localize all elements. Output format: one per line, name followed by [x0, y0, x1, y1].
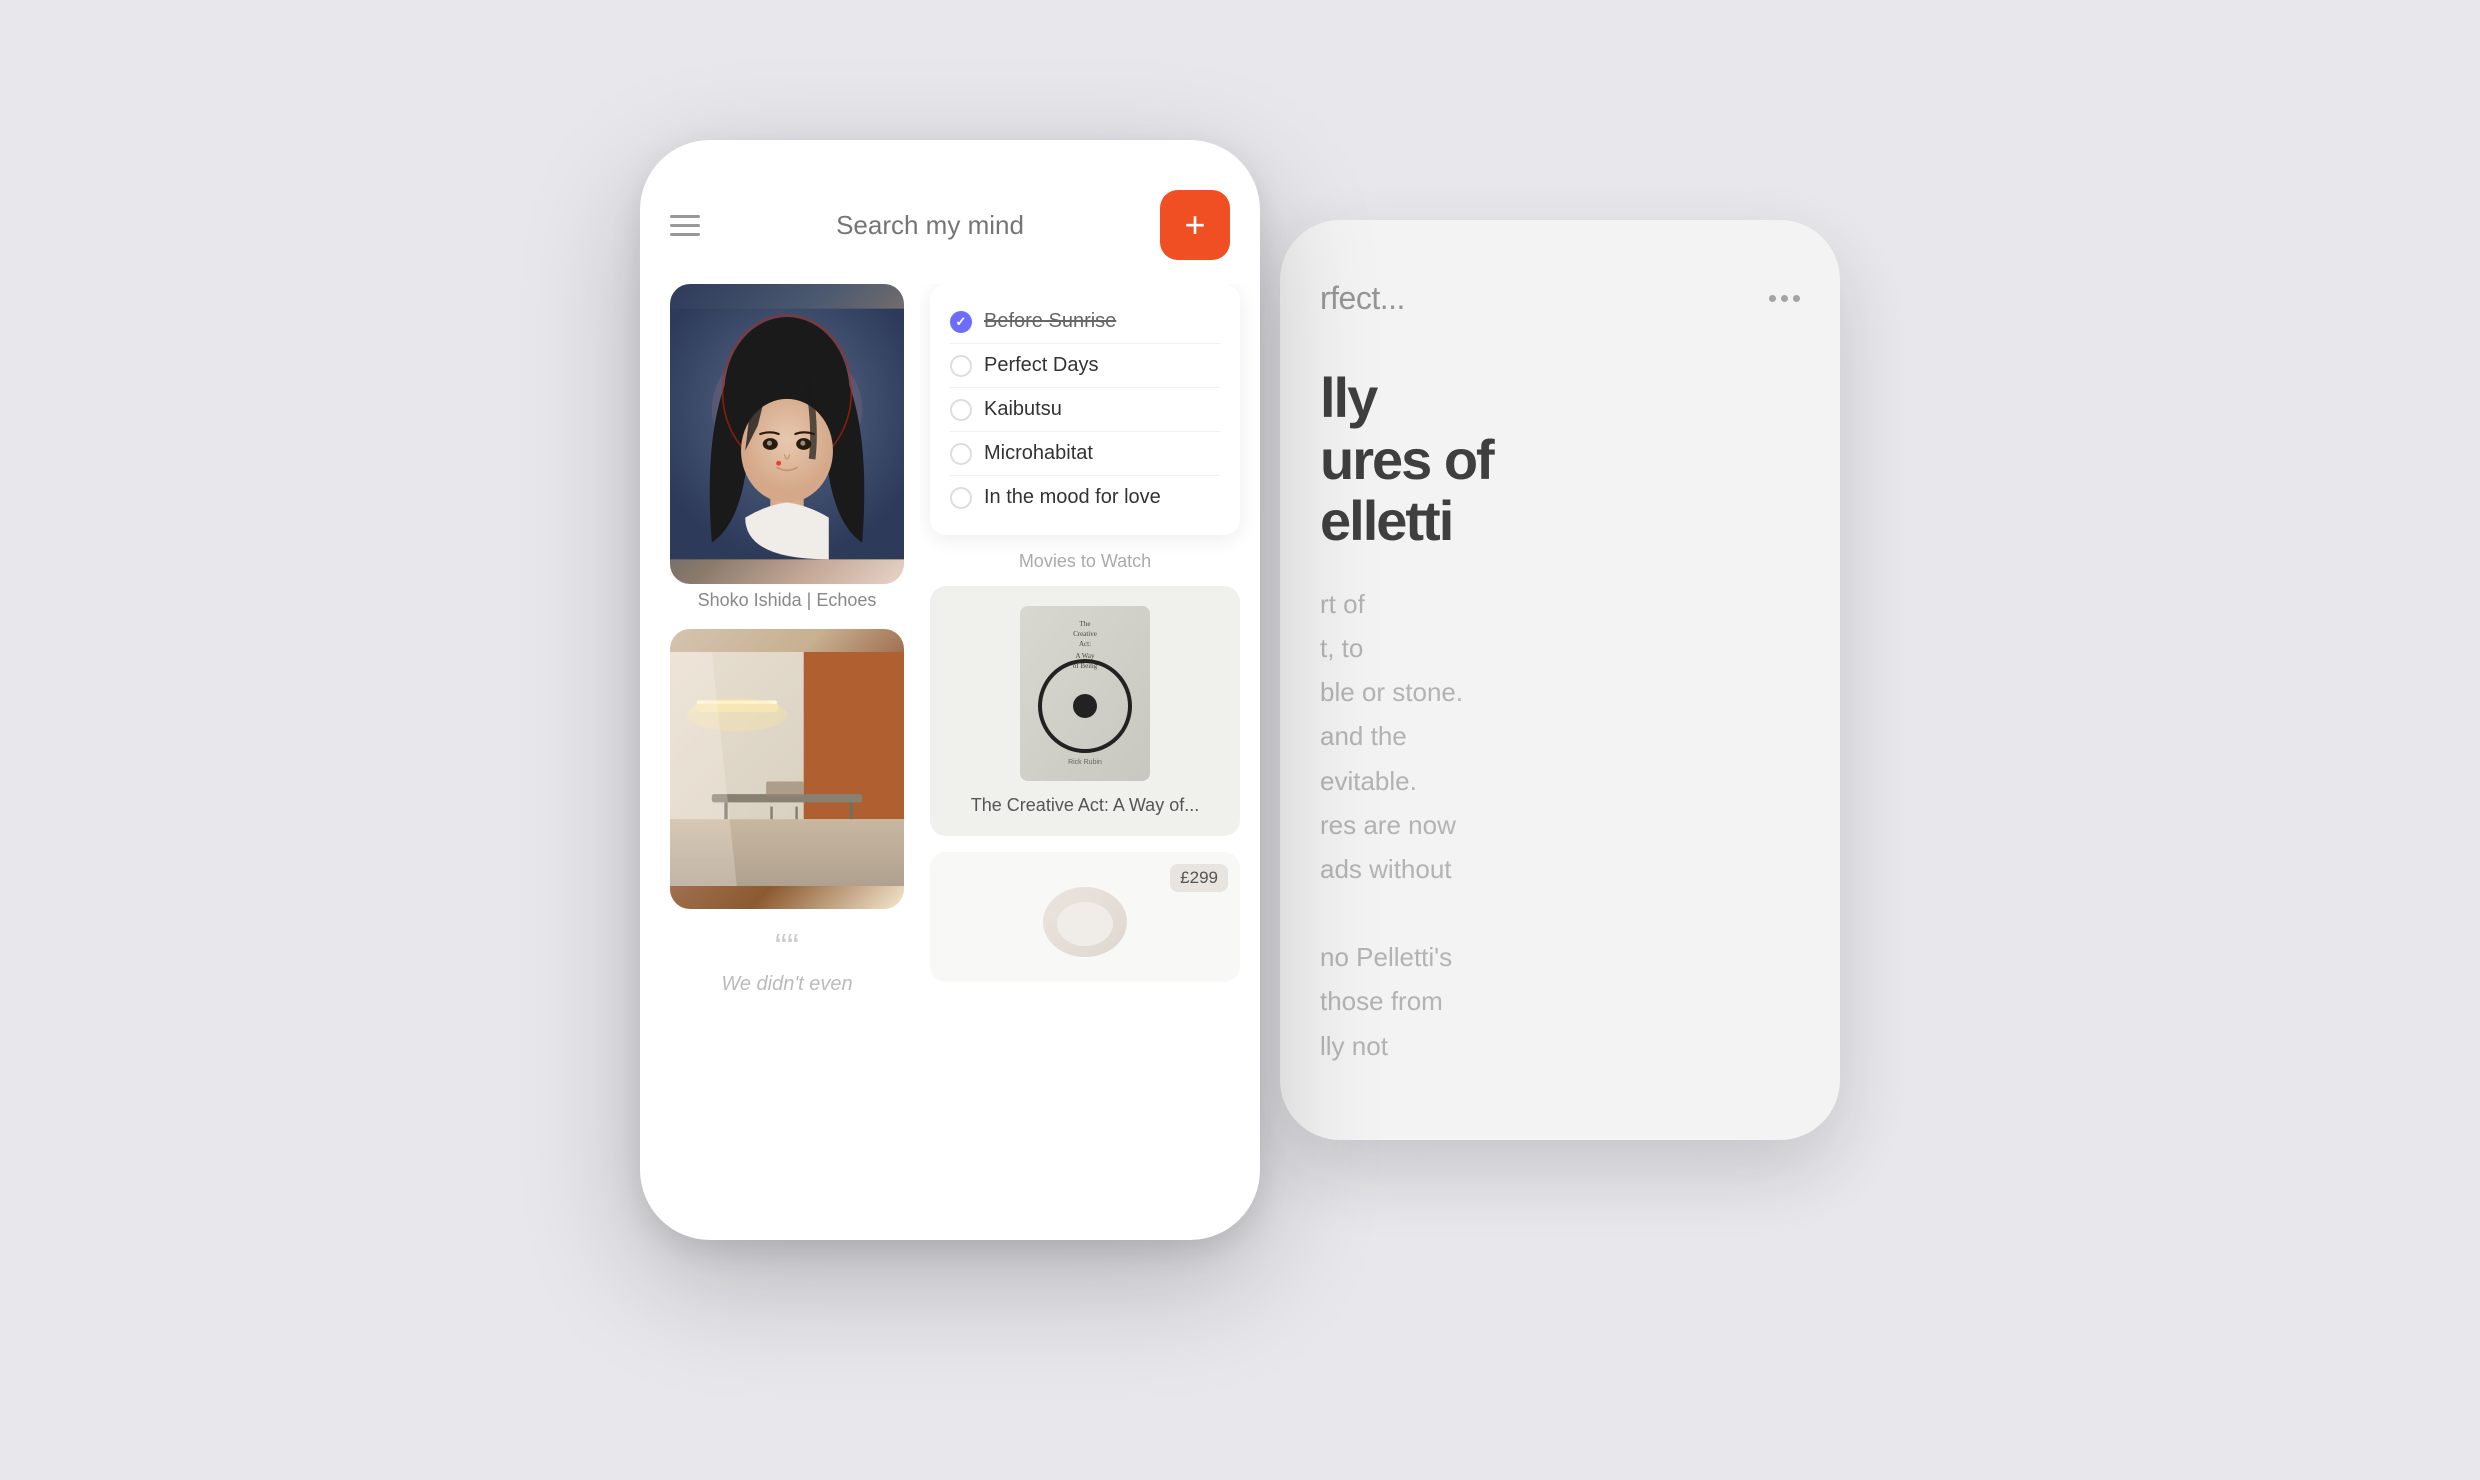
price-tag: £299	[1170, 864, 1228, 892]
checklist-item-in-the-mood[interactable]: In the mood for love	[950, 476, 1220, 519]
phone-back: rfect... llyures ofelletti rt of t, to b…	[1280, 220, 1840, 1140]
phone-back-title: rfect...	[1320, 280, 1405, 317]
article-title: llyures ofelletti	[1320, 367, 1800, 552]
checkbox-microhabitat[interactable]	[950, 443, 972, 465]
checklist-item-before-sunrise[interactable]: Before Sunrise	[950, 300, 1220, 344]
checklist-label-before-sunrise: Before Sunrise	[984, 310, 1116, 333]
phone-front: +	[640, 140, 1260, 1240]
portrait-image	[670, 284, 904, 584]
svg-text:Rick Rubin: Rick Rubin	[1068, 759, 1102, 766]
phone-back-body: llyures ofelletti rt of t, to ble or sto…	[1320, 357, 1800, 1068]
checkbox-in-the-mood[interactable]	[950, 487, 972, 509]
more-options-icon[interactable]	[1769, 295, 1800, 302]
article-body: rt of t, to ble or stone. and the evitab…	[1320, 582, 1800, 1068]
book-title: The Creative Act: A Way of...	[971, 795, 1199, 816]
phone-back-header: rfect...	[1320, 280, 1800, 317]
checklist-label-kaibutsu: Kaibutsu	[984, 398, 1062, 421]
checklist-item-perfect-days[interactable]: Perfect Days	[950, 344, 1220, 388]
left-column: Shoko Ishida | Echoes	[640, 284, 920, 1214]
main-content: Shoko Ishida | Echoes	[640, 284, 1260, 1214]
svg-text:The: The	[1080, 620, 1091, 628]
svg-text:of Being: of Being	[1073, 662, 1098, 670]
product-card: £299	[930, 852, 1240, 982]
checkbox-perfect-days[interactable]	[950, 355, 972, 377]
checklist-item-microhabitat[interactable]: Microhabitat	[950, 432, 1220, 476]
plus-icon: +	[1184, 207, 1205, 243]
portrait-label: Shoko Ishida | Echoes	[670, 590, 904, 611]
menu-icon[interactable]	[670, 215, 700, 236]
quote-section: ““ We didn't even	[670, 909, 904, 996]
checkbox-kaibutsu[interactable]	[950, 399, 972, 421]
checklist: Before Sunrise Perfect Days Kaibutsu Mic…	[930, 284, 1240, 535]
right-column: Before Sunrise Perfect Days Kaibutsu Mic…	[920, 284, 1260, 1214]
svg-text:Creative: Creative	[1073, 630, 1097, 638]
status-bar	[640, 140, 1260, 190]
checklist-item-kaibutsu[interactable]: Kaibutsu	[950, 388, 1220, 432]
add-button[interactable]: +	[1160, 190, 1230, 260]
quote-text: We didn't even	[680, 973, 894, 996]
section-label-movies: Movies to Watch	[930, 551, 1240, 572]
search-bar: +	[640, 190, 1260, 260]
room-image	[670, 629, 904, 909]
checklist-label-in-the-mood: In the mood for love	[984, 486, 1161, 509]
scene: rfect... llyures ofelletti rt of t, to b…	[640, 140, 1840, 1340]
checklist-label-perfect-days: Perfect Days	[984, 354, 1098, 377]
svg-text:Act:: Act:	[1079, 640, 1091, 648]
quote-mark: ““	[680, 929, 894, 965]
svg-text:A Way: A Way	[1076, 652, 1095, 660]
checkbox-before-sunrise[interactable]	[950, 311, 972, 333]
checklist-label-microhabitat: Microhabitat	[984, 442, 1093, 465]
book-card: The Creative Act: A Way of Being Rick Ru…	[930, 586, 1240, 836]
search-input[interactable]	[716, 195, 1144, 255]
book-cover-image: The Creative Act: A Way of Being Rick Ru…	[1020, 606, 1150, 781]
